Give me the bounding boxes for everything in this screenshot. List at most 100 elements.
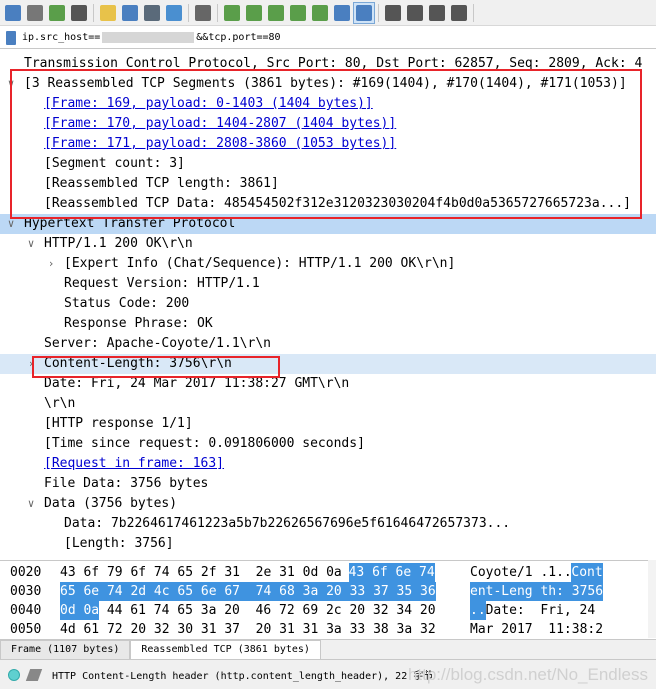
tree-row[interactable]: \r\n [0,394,656,414]
expert-info-icon[interactable] [8,668,20,681]
tree-row-label: HTTP/1.1 200 OK\r\n [44,236,193,251]
hex-row[interactable]: 0020 43 6f 79 6f 74 65 2f 31 2e 31 0d 0a … [0,563,656,582]
stop-button[interactable] [24,2,46,24]
display-filter-bar[interactable]: ip.src_host== &&tcp.port==80 [0,27,656,49]
tree-row[interactable]: Response Phrase: OK [0,314,656,334]
go-forward-button[interactable] [243,2,265,24]
tree-row[interactable]: [Time since request: 0.091806000 seconds… [0,434,656,454]
reload-icon [166,4,182,21]
bytes-scrollbar[interactable] [648,560,656,638]
edit-comment-icon[interactable] [25,668,43,681]
toolbar-separator [473,3,474,22]
colorize-icon [356,4,372,21]
save-icon [122,4,138,21]
main-toolbar [0,0,656,26]
display-filter-input[interactable]: ip.src_host== &&tcp.port==80 [22,32,281,43]
tree-row[interactable]: Data: 7b2264617461223a5b7b22626567696e5f… [0,514,656,534]
tree-row-label: Response Phrase: OK [64,316,213,331]
tree-row-link[interactable]: [Request in frame: 163] [44,454,224,474]
autoscroll-button[interactable] [331,2,353,24]
ascii-bytes-selected: Cont [571,563,603,582]
bytes-tab[interactable]: Reassembled TCP (3861 bytes) [130,640,321,659]
tree-row[interactable]: [Length: 3756] [0,534,656,554]
filter-prefix: ip.src_host== [22,32,101,43]
shark-fin-button[interactable] [2,2,24,24]
tree-row-label: [HTTP response 1/1] [44,416,193,431]
watermark: http://blog.csdn.net/No_Endless [407,665,648,684]
bookmark-icon[interactable] [6,30,16,45]
content-length-highlight-box [32,356,280,378]
toolbar-separator [188,3,189,22]
close-file-button[interactable] [141,2,163,24]
tree-row[interactable]: Request Version: HTTP/1.1 [0,274,656,294]
hex-bytes-selected: 43 6f 6e 74 [348,563,435,582]
tree-row[interactable]: [HTTP response 1/1] [0,414,656,434]
bytes-tab[interactable]: Frame (1107 bytes) [0,640,131,659]
options-button[interactable] [68,2,90,24]
hex-row[interactable]: 0050 4d 61 72 20 32 30 31 37 20 31 31 3a … [0,620,656,639]
tree-row-label: [Length: 3756] [64,536,174,551]
tree-row[interactable]: File Data: 3756 bytes [0,474,656,494]
tree-row-label: Data: 7b2264617461223a5b7b22626567696e5f… [64,516,511,531]
close-file-icon [144,4,160,21]
tree-row[interactable]: Status Code: 200 [0,294,656,314]
go-back-button[interactable] [221,2,243,24]
last-packet-button[interactable] [309,2,331,24]
tree-row-label: Data (3756 bytes) [44,496,178,511]
go-forward-icon [246,4,262,21]
hex-row[interactable]: 0030 65 6e 74 2d 4c 65 6e 67 74 68 3a 20 … [0,582,656,601]
toolbar-separator [217,3,218,22]
tree-row[interactable]: [Request in frame: 163] [0,454,656,474]
hex-bytes: 4d 61 72 20 32 30 31 37 20 31 31 3a 33 3… [60,622,436,637]
hex-bytes-selected: 65 6e 74 2d 4c 65 6e 67 74 68 3a 20 33 3… [60,582,436,601]
expand-arrow-icon[interactable]: ∨ [26,234,36,254]
first-packet-button[interactable] [287,2,309,24]
hex-row[interactable]: 0040 0d 0a 44 61 74 65 3a 20 46 72 69 2c … [0,601,656,620]
ascii-bytes-selected: .. [470,601,486,620]
normal-size-button[interactable] [426,2,448,24]
tree-row-label: Server: Apache-Coyote/1.1\r\n [44,336,271,351]
go-back-icon [224,4,240,21]
colorize-button[interactable] [353,1,375,24]
tree-row[interactable]: ∨ HTTP/1.1 200 OK\r\n [0,234,656,254]
tree-row-label: File Data: 3756 bytes [44,476,209,491]
zoom-out-button[interactable] [404,2,426,24]
zoom-in-icon [385,4,401,21]
packet-bytes-pane[interactable]: 0020 43 6f 79 6f 74 65 2f 31 2e 31 0d 0a … [0,560,656,638]
open-folder-button[interactable] [97,2,119,24]
ascii-bytes: Coyote/1 .1.. [470,565,572,580]
hex-offset: 0030 [10,584,42,599]
hex-offset: 0040 [10,603,42,618]
packet-details-tree[interactable]: [Length: 3756] Data: 7b2264617461223a5b7b… [0,52,656,557]
autoscroll-icon [334,4,350,21]
tree-row-label: [Time since request: 0.091806000 seconds… [44,436,365,451]
find-button[interactable] [192,2,214,24]
ascii-bytes: Mar 2017 11:38:2 [470,622,604,637]
hex-offset: 0020 [10,565,42,580]
tree-row[interactable]: Server: Apache-Coyote/1.1\r\n [0,334,656,354]
options-icon [71,4,87,21]
tree-row-label: Request Version: HTTP/1.1 [64,276,260,291]
save-button[interactable] [119,2,141,24]
find-icon [195,4,211,21]
bytes-tabs: Frame (1107 bytes) Reassembled TCP (3861 … [0,639,656,659]
tree-row-label: \r\n [44,396,76,411]
first-packet-icon [290,4,306,21]
hex-bytes-selected: 0d 0a [60,601,100,620]
status-text: HTTP Content-Length header (http.content… [52,671,434,682]
restart-icon [49,4,65,21]
go-to-packet-button[interactable] [265,2,287,24]
go-to-packet-icon [268,4,284,21]
toolbar-separator [93,3,94,22]
resize-columns-button[interactable] [448,2,470,24]
tree-row[interactable]: ∨ Data (3756 bytes) [0,494,656,514]
hex-bytes: 44 61 74 65 3a 20 46 72 69 2c 20 32 34 2… [99,603,436,618]
restart-button[interactable] [46,2,68,24]
open-folder-icon [100,4,116,21]
ascii-bytes: Date: Fri, 24 [485,603,596,618]
expand-arrow-icon[interactable]: ∨ [26,494,36,514]
tree-row[interactable]: › [Expert Info (Chat/Sequence): HTTP/1.1 … [0,254,656,274]
reload-button[interactable] [163,2,185,24]
collapse-arrow-icon[interactable]: › [46,254,56,274]
zoom-in-button[interactable] [382,2,404,24]
